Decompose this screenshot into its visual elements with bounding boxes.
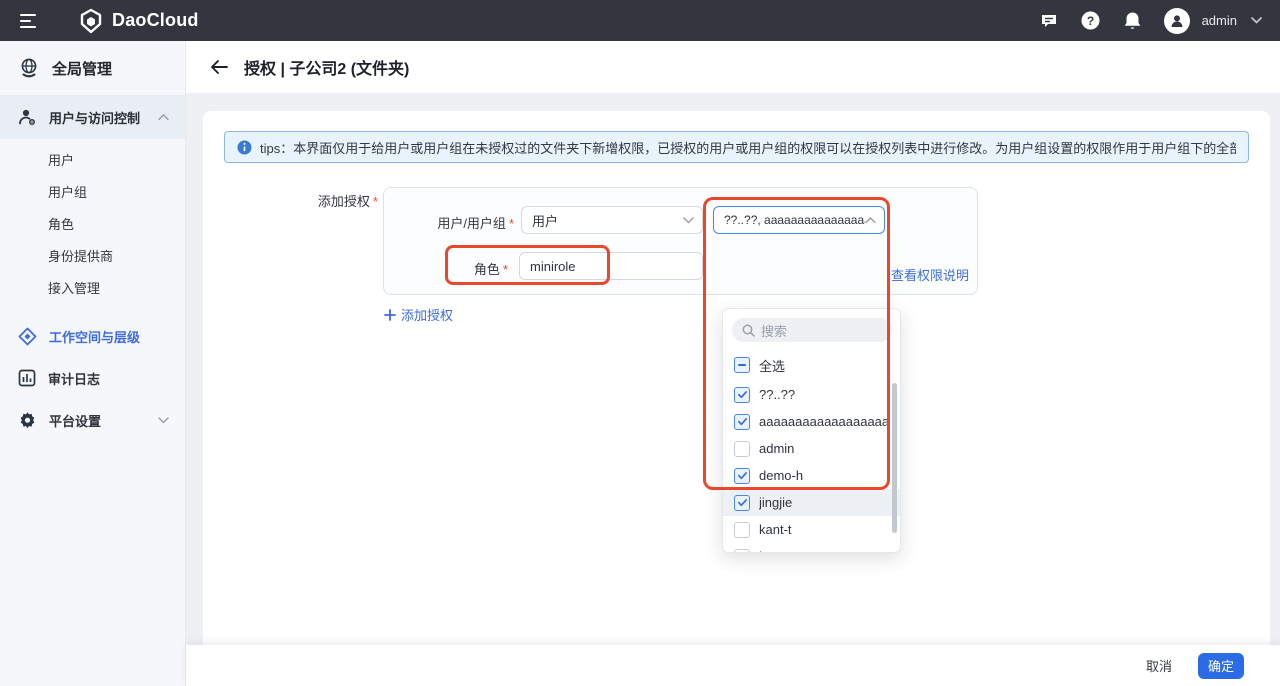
role-input-value: minirole bbox=[530, 259, 576, 274]
confirm-button[interactable]: 确定 bbox=[1198, 653, 1244, 679]
sidebar-item-audit-logs[interactable]: 审计日志 bbox=[0, 357, 185, 399]
footer-action-bar: 取消 确定 bbox=[186, 645, 1280, 686]
sidebar-item-access-management[interactable]: 接入管理 bbox=[0, 273, 185, 305]
hamburger-menu-icon[interactable] bbox=[20, 14, 38, 28]
dropdown-option[interactable]: ??..?? bbox=[723, 381, 901, 408]
add-authorization-link[interactable]: 添加授权 bbox=[384, 305, 453, 324]
dropdown-option[interactable]: demo-h bbox=[723, 462, 901, 489]
role-input[interactable]: minirole bbox=[519, 252, 703, 280]
brand-name: DaoCloud bbox=[112, 10, 199, 31]
username-label: admin bbox=[1202, 13, 1237, 28]
dropdown-option[interactable]: kant-t bbox=[723, 516, 901, 543]
sidebar-header-label: 全局管理 bbox=[52, 58, 112, 79]
user-settings-icon bbox=[18, 108, 37, 127]
checkbox-checked-icon[interactable] bbox=[734, 495, 750, 511]
dropdown-option[interactable]: jingjie bbox=[723, 489, 901, 516]
sidebar: 全局管理 用户与访问控制 用户 用户组 角色 身份提供商 接入管理 工作空间与层… bbox=[0, 41, 186, 686]
select-all-option[interactable]: 全选 bbox=[723, 351, 901, 379]
sidebar-item-label: 平台设置 bbox=[49, 411, 146, 430]
content-card: tips：本界面仅用于给用户或用户组在未授权过的文件夹下新增权限，已授权的用户或… bbox=[203, 111, 1270, 645]
dropdown-option-label: demo-h bbox=[759, 468, 803, 483]
dropdown-option-label: aaaaaaaaaaaaaaaaaa... bbox=[759, 414, 889, 429]
help-icon[interactable]: ? bbox=[1080, 10, 1102, 32]
gear-icon bbox=[18, 411, 37, 430]
page-header: 授权 | 子公司2 (文件夹) bbox=[186, 41, 1280, 93]
sidebar-item-workspace-hierarchy[interactable]: 工作空间与层级 bbox=[0, 315, 185, 357]
checkbox-checked-icon[interactable] bbox=[734, 387, 750, 403]
cancel-button[interactable]: 取消 bbox=[1146, 656, 1172, 675]
members-multiselect-value: ??..??, aaaaaaaaaaaaaaaaa... bbox=[724, 213, 865, 227]
sidebar-item-label: 审计日志 bbox=[48, 369, 185, 388]
user-group-select[interactable]: 用户 bbox=[521, 206, 703, 234]
checkbox-indeterminate-icon[interactable] bbox=[734, 357, 750, 373]
user-avatar[interactable] bbox=[1164, 8, 1190, 34]
sidebar-item-identity-providers[interactable]: 身份提供商 bbox=[0, 241, 185, 273]
notification-bell-icon[interactable] bbox=[1122, 10, 1144, 32]
page-title: 授权 | 子公司2 (文件夹) bbox=[244, 55, 409, 79]
info-icon bbox=[237, 140, 252, 155]
main-content: 授权 | 子公司2 (文件夹) tips：本界面仅用于给用户或用户组在未授权过的… bbox=[186, 41, 1280, 686]
sidebar-header-global-management[interactable]: 全局管理 bbox=[0, 41, 185, 96]
dropdown-option[interactable]: aaaaaaaaaaaaaaaaaa... bbox=[723, 408, 901, 435]
sidebar-item-label: 用户与访问控制 bbox=[49, 108, 146, 127]
dropdown-search-input[interactable]: 搜索 bbox=[732, 318, 892, 342]
chevron-down-icon bbox=[158, 417, 169, 424]
tips-text: tips：本界面仅用于给用户或用户组在未授权过的文件夹下新增权限，已授权的用户或… bbox=[260, 138, 1236, 157]
permission-description-link[interactable]: 查看权限说明 bbox=[891, 265, 969, 284]
chat-icon[interactable] bbox=[1038, 10, 1060, 32]
globe-icon bbox=[18, 57, 40, 79]
select-all-label: 全选 bbox=[759, 356, 785, 375]
user-group-select-value: 用户 bbox=[532, 211, 683, 230]
user-menu-chevron-down-icon[interactable] bbox=[1251, 17, 1262, 24]
sidebar-subitems: 用户 用户组 角色 身份提供商 接入管理 bbox=[0, 139, 185, 315]
dropdown-option[interactable]: admin bbox=[723, 435, 901, 462]
search-icon bbox=[742, 324, 755, 337]
back-arrow-icon[interactable] bbox=[210, 59, 228, 75]
dropdown-option-label: kay bbox=[759, 549, 779, 553]
members-dropdown-panel: 搜索 全选 ??..?? aaaaaaaaaaaaaaaaaa... admin de… bbox=[722, 308, 901, 553]
user-group-field-label: 用户/用户组* bbox=[384, 213, 514, 232]
dropdown-option-list: ??..?? aaaaaaaaaaaaaaaaaa... admin demo-h ji… bbox=[723, 381, 901, 553]
form-section-label: 添加授权* bbox=[203, 191, 378, 210]
brand-logo[interactable]: DaoCloud bbox=[78, 8, 199, 34]
checkbox-unchecked-icon[interactable] bbox=[734, 549, 750, 554]
required-asterisk: * bbox=[373, 194, 378, 209]
chevron-up-icon bbox=[158, 114, 169, 121]
workspace-diamond-icon bbox=[18, 327, 37, 346]
dropdown-scrollbar[interactable] bbox=[892, 383, 897, 533]
dropdown-option-label: ??..?? bbox=[759, 387, 795, 402]
top-bar: DaoCloud ? admin bbox=[0, 0, 1280, 41]
audit-chart-icon bbox=[18, 369, 36, 387]
role-field-label: 角色* bbox=[384, 259, 508, 278]
svg-text:?: ? bbox=[1087, 14, 1094, 28]
chevron-down-icon bbox=[683, 217, 694, 224]
authorization-card: 用户/用户组* 用户 ??..??, aaaaaaaaaaaaaaaaa... … bbox=[383, 187, 978, 295]
plus-icon bbox=[384, 309, 396, 321]
sidebar-item-user-groups[interactable]: 用户组 bbox=[0, 177, 185, 209]
sidebar-item-platform-settings[interactable]: 平台设置 bbox=[0, 399, 185, 441]
checkbox-unchecked-icon[interactable] bbox=[734, 522, 750, 538]
sidebar-item-roles[interactable]: 角色 bbox=[0, 209, 185, 241]
dropdown-option-label: kant-t bbox=[759, 522, 792, 537]
daocloud-logo-icon bbox=[78, 8, 104, 34]
add-authorization-label: 添加授权 bbox=[401, 305, 453, 324]
tips-banner: tips：本界面仅用于给用户或用户组在未授权过的文件夹下新增权限，已授权的用户或… bbox=[224, 131, 1249, 163]
topbar-actions: ? admin bbox=[1038, 8, 1280, 34]
chevron-up-icon bbox=[865, 217, 876, 224]
dropdown-option-label: admin bbox=[759, 441, 794, 456]
sidebar-item-label: 工作空间与层级 bbox=[49, 327, 185, 346]
sidebar-item-user-access-control[interactable]: 用户与访问控制 bbox=[0, 96, 185, 139]
members-multiselect[interactable]: ??..??, aaaaaaaaaaaaaaaaa... bbox=[713, 206, 885, 234]
dropdown-option-label: jingjie bbox=[759, 495, 792, 510]
checkbox-checked-icon[interactable] bbox=[734, 468, 750, 484]
checkbox-checked-icon[interactable] bbox=[734, 414, 750, 430]
dropdown-option[interactable]: kay bbox=[723, 543, 901, 553]
sidebar-item-users[interactable]: 用户 bbox=[0, 145, 185, 177]
search-placeholder: 搜索 bbox=[761, 321, 787, 340]
checkbox-unchecked-icon[interactable] bbox=[734, 441, 750, 457]
